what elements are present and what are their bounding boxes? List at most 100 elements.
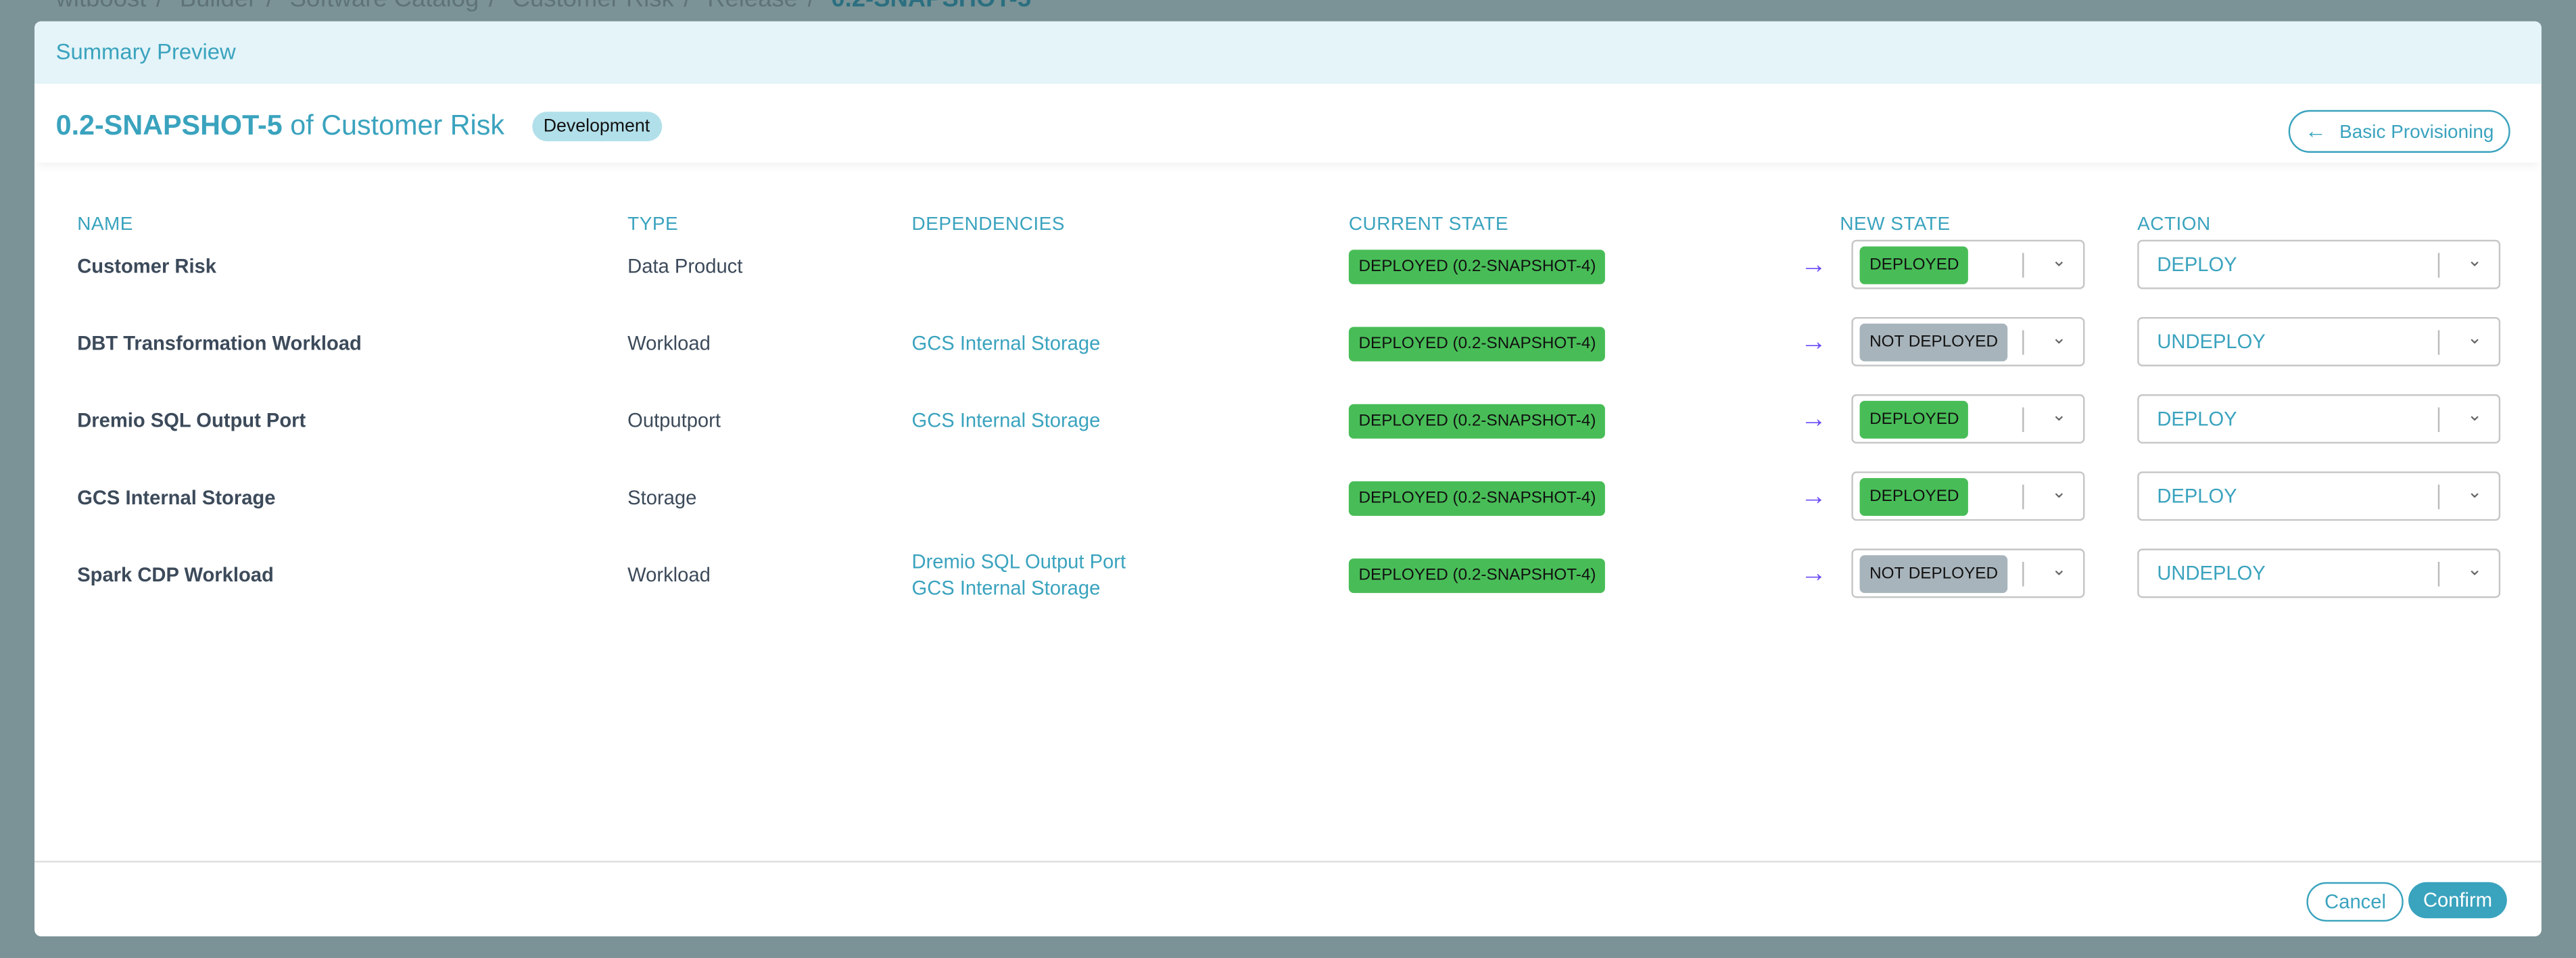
action-value: UNDEPLOY: [2157, 330, 2266, 354]
component-type: Data Product: [627, 254, 743, 278]
new-state-select[interactable]: DEPLOYED ⌄: [1851, 239, 2085, 289]
footer-divider: [34, 861, 2542, 863]
environment-badge: Development: [531, 112, 662, 141]
new-state-badge: DEPLOYED: [1859, 246, 1970, 285]
current-state-badge: DEPLOYED (0.2-SNAPSHOT-4): [1348, 326, 1606, 361]
action-select[interactable]: DEPLOY ⌄: [2137, 394, 2501, 444]
arrow-right-icon: →: [1800, 406, 1827, 434]
action-select[interactable]: DEPLOY ⌄: [2137, 471, 2501, 521]
arrow-right-icon: →: [1800, 328, 1827, 357]
select-separator: [2022, 561, 2024, 587]
breadcrumb-item[interactable]: Software Catalog: [290, 0, 479, 13]
component-type: Storage: [627, 486, 697, 510]
select-separator: [2437, 253, 2440, 278]
select-separator: [2022, 484, 2024, 510]
action-value: DEPLOY: [2157, 484, 2237, 508]
select-separator: [2022, 330, 2024, 355]
new-state-select[interactable]: DEPLOYED ⌄: [1851, 394, 2085, 444]
chevron-down-icon[interactable]: ⌄: [2467, 481, 2482, 502]
table-row: Customer Risk Data Product DEPLOYED (0.2…: [34, 238, 2542, 294]
action-select[interactable]: UNDEPLOY ⌄: [2137, 316, 2501, 366]
arrow-right-icon: →: [1800, 483, 1827, 511]
chevron-down-icon[interactable]: ⌄: [2051, 404, 2066, 425]
component-type: Outputport: [627, 409, 721, 433]
chevron-down-icon[interactable]: ⌄: [2051, 558, 2066, 580]
chevron-down-icon[interactable]: ⌄: [2051, 481, 2066, 502]
arrow-right-icon: →: [1800, 251, 1827, 280]
table-row: Dremio SQL Output Port Outputport GCS In…: [34, 393, 2542, 449]
dependency-link[interactable]: Dremio SQL Output Port: [912, 549, 1126, 575]
chevron-down-icon[interactable]: ⌄: [2467, 327, 2482, 348]
breadcrumb-item[interactable]: witboost: [56, 0, 147, 13]
column-header-new-state: NEW STATE: [1840, 215, 1951, 235]
component-type: Workload: [627, 331, 711, 355]
version-label: 0.2-SNAPSHOT-5: [55, 110, 283, 141]
table-row: DBT Transformation Workload Workload GCS…: [34, 316, 2542, 372]
current-state-badge: DEPLOYED (0.2-SNAPSHOT-4): [1348, 557, 1606, 592]
select-separator: [2437, 484, 2440, 510]
component-name: DBT Transformation Workload: [77, 331, 362, 355]
page-title: 0.2-SNAPSHOT-5 of Customer Risk Developm…: [56, 110, 662, 143]
component-name: Dremio SQL Output Port: [77, 409, 306, 433]
dependency-link[interactable]: GCS Internal Storage: [912, 330, 1101, 356]
breadcrumb: witboost/ Builder/ Software Catalog/ Cus…: [56, 0, 1041, 13]
action-select[interactable]: DEPLOY ⌄: [2137, 239, 2501, 289]
select-separator: [2437, 561, 2440, 587]
arrow-right-icon: →: [1800, 560, 1827, 588]
component-name: Customer Risk: [77, 254, 217, 278]
current-state: DEPLOYED (0.2-SNAPSHOT-4): [1348, 547, 1606, 603]
dialog-header: Summary Preview: [34, 21, 2542, 84]
action-value: DEPLOY: [2157, 253, 2237, 277]
title-row: 0.2-SNAPSHOT-5 of Customer Risk Developm…: [34, 84, 2542, 163]
action-value: DEPLOY: [2157, 407, 2237, 431]
new-state-badge: NOT DEPLOYED: [1859, 555, 2008, 594]
cancel-button[interactable]: Cancel: [2306, 882, 2404, 922]
new-state-badge: DEPLOYED: [1859, 400, 1970, 439]
select-separator: [2022, 253, 2024, 278]
action-value: UNDEPLOY: [2157, 561, 2266, 585]
current-state: DEPLOYED (0.2-SNAPSHOT-4): [1348, 393, 1606, 449]
chevron-down-icon[interactable]: ⌄: [2467, 558, 2482, 580]
column-header-dependencies: DEPENDENCIES: [911, 215, 1065, 235]
new-state-select[interactable]: NOT DEPLOYED ⌄: [1851, 548, 2085, 598]
project-label: of Customer Risk: [290, 110, 505, 141]
action-select[interactable]: UNDEPLOY ⌄: [2137, 548, 2501, 598]
new-state-badge: NOT DEPLOYED: [1859, 323, 2008, 362]
arrow-left-icon: ←: [2305, 118, 2327, 143]
confirm-button[interactable]: Confirm: [2408, 882, 2507, 919]
select-separator: [2437, 407, 2440, 433]
current-state: DEPLOYED (0.2-SNAPSHOT-4): [1348, 470, 1606, 526]
new-state-badge: DEPLOYED: [1859, 478, 1970, 516]
table-row: Spark CDP Workload Workload Dremio SQL O…: [34, 547, 2542, 603]
breadcrumb-current: 0.2-SNAPSHOT-5: [831, 0, 1031, 13]
summary-preview-dialog: Summary Preview 0.2-SNAPSHOT-5 of Custom…: [34, 21, 2542, 936]
dependencies: Dremio SQL Output Port GCS Internal Stor…: [912, 547, 1126, 603]
chevron-down-icon[interactable]: ⌄: [2051, 249, 2066, 271]
current-state: DEPLOYED (0.2-SNAPSHOT-4): [1348, 238, 1606, 294]
dependencies: GCS Internal Storage: [912, 393, 1101, 449]
current-state: DEPLOYED (0.2-SNAPSHOT-4): [1348, 316, 1606, 372]
chevron-down-icon[interactable]: ⌄: [2051, 327, 2066, 348]
chevron-down-icon[interactable]: ⌄: [2467, 404, 2482, 425]
breadcrumb-item[interactable]: Customer Risk: [512, 0, 674, 13]
chevron-down-icon[interactable]: ⌄: [2467, 249, 2482, 271]
breadcrumb-item[interactable]: Builder: [180, 0, 256, 13]
basic-provisioning-label: Basic Provisioning: [2339, 123, 2494, 143]
column-header-name: NAME: [77, 215, 133, 235]
dependency-link[interactable]: GCS Internal Storage: [912, 408, 1101, 434]
breadcrumb-item[interactable]: Release: [707, 0, 798, 13]
basic-provisioning-button[interactable]: ← Basic Provisioning: [2288, 110, 2510, 153]
new-state-select[interactable]: NOT DEPLOYED ⌄: [1851, 316, 2085, 366]
component-name: Spark CDP Workload: [77, 563, 274, 587]
table-row: GCS Internal Storage Storage DEPLOYED (0…: [34, 470, 2542, 526]
component-name: GCS Internal Storage: [77, 486, 276, 510]
new-state-select[interactable]: DEPLOYED ⌄: [1851, 471, 2085, 521]
column-header-current-state: CURRENT STATE: [1348, 215, 1508, 235]
current-state-badge: DEPLOYED (0.2-SNAPSHOT-4): [1348, 403, 1606, 438]
current-state-badge: DEPLOYED (0.2-SNAPSHOT-4): [1348, 249, 1606, 284]
select-separator: [2437, 330, 2440, 355]
current-state-badge: DEPLOYED (0.2-SNAPSHOT-4): [1348, 480, 1606, 515]
dependency-link[interactable]: GCS Internal Storage: [912, 575, 1101, 601]
dependencies: GCS Internal Storage: [912, 316, 1101, 372]
column-header-action: ACTION: [2137, 215, 2211, 235]
